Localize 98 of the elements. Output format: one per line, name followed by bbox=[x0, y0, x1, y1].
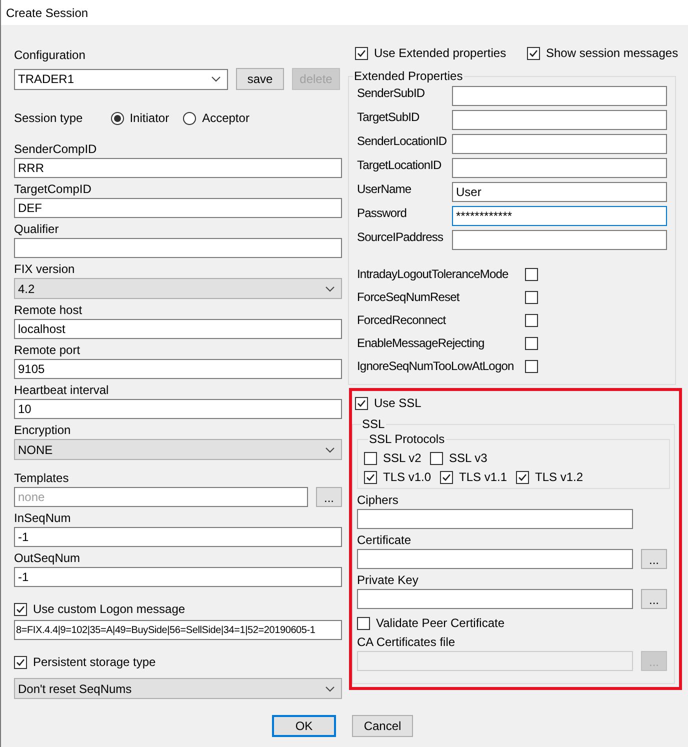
dropdown[interactable]: 4.2 bbox=[14, 278, 342, 299]
radio-button[interactable] bbox=[110, 112, 124, 124]
checkbox-label: Use SSL bbox=[374, 395, 422, 411]
field-label: FIX version bbox=[14, 261, 75, 278]
field-label: SenderCompID bbox=[14, 141, 97, 158]
text-field[interactable]: -1 bbox=[14, 567, 342, 587]
field-label: UserName bbox=[357, 182, 412, 198]
field-label: TargetSubID bbox=[357, 110, 420, 126]
group-title: Extended Properties bbox=[353, 69, 464, 84]
checkbox[interactable] bbox=[355, 396, 368, 410]
checkbox-label: Persistent storage type bbox=[33, 654, 156, 670]
checkbox[interactable] bbox=[430, 452, 443, 464]
field-label: Templates bbox=[14, 470, 69, 487]
radio-button[interactable] bbox=[183, 112, 196, 124]
field-label: Session type bbox=[14, 110, 83, 126]
chevron-down-icon bbox=[325, 286, 335, 292]
text-field[interactable]: 10 bbox=[14, 399, 342, 419]
field-label: Encryption bbox=[14, 422, 71, 439]
field-label: Remote port bbox=[14, 342, 80, 359]
text-field[interactable]: localhost bbox=[14, 319, 342, 339]
field-label: InSeqNum bbox=[14, 510, 71, 527]
field-label: CA Certificates file bbox=[357, 634, 456, 651]
save-button[interactable]: save bbox=[236, 68, 284, 90]
chevron-down-icon bbox=[325, 686, 335, 692]
field-label: TargetLocationID bbox=[357, 158, 442, 174]
checkbox-label: TLS v1.1 bbox=[459, 469, 508, 485]
checkbox[interactable] bbox=[357, 616, 370, 630]
dropdown[interactable]: Don't reset SeqNums bbox=[14, 678, 342, 699]
chevron-down-icon bbox=[325, 446, 335, 452]
text-field[interactable] bbox=[452, 134, 667, 154]
group-title: SSL Protocols bbox=[368, 432, 446, 447]
checkbox[interactable] bbox=[516, 470, 529, 484]
field-label: Configuration bbox=[14, 47, 86, 64]
checkbox[interactable] bbox=[14, 656, 27, 668]
checkbox-label: Use Extended properties bbox=[374, 45, 506, 61]
text-field[interactable] bbox=[452, 158, 667, 178]
field-label: Remote host bbox=[14, 302, 82, 319]
field-label: SenderLocationID bbox=[357, 134, 448, 150]
checkbox-label: TLS v1.0 bbox=[383, 469, 432, 485]
field-label: SourceIPaddress bbox=[357, 230, 444, 246]
checkbox[interactable] bbox=[355, 46, 368, 60]
field-label: Ciphers bbox=[357, 492, 398, 509]
checkbox-label: Use custom Logon message bbox=[33, 601, 186, 617]
checkbox-label: SSL v3 bbox=[449, 450, 488, 466]
checkbox[interactable] bbox=[525, 336, 538, 350]
flag-label: EnableMessageRejecting bbox=[357, 334, 486, 352]
text-field[interactable] bbox=[452, 86, 667, 106]
browse-button[interactable]: ... bbox=[316, 487, 342, 507]
text-field[interactable] bbox=[357, 549, 633, 569]
text-field[interactable] bbox=[452, 230, 667, 250]
flag-label: IgnoreSeqNumTooLowAtLogon bbox=[357, 358, 515, 374]
text-field[interactable]: ************ bbox=[452, 206, 667, 226]
radio-label: Initiator bbox=[130, 110, 170, 126]
field-label: OutSeqNum bbox=[14, 550, 80, 567]
field-label: Password bbox=[357, 206, 408, 222]
radio-label: Acceptor bbox=[202, 110, 250, 126]
checkbox[interactable] bbox=[525, 360, 538, 372]
field-label: Private Key bbox=[357, 572, 418, 589]
text-field[interactable]: none bbox=[14, 487, 308, 507]
text-field[interactable] bbox=[357, 509, 633, 529]
checkbox-label: TLS v1.2 bbox=[535, 469, 584, 485]
text-field[interactable]: User bbox=[452, 182, 667, 202]
checkbox[interactable] bbox=[440, 470, 453, 484]
checkbox-label: Show session messages bbox=[546, 45, 678, 61]
chevron-down-icon bbox=[211, 76, 221, 82]
ok-button[interactable]: OK bbox=[272, 715, 336, 737]
checkbox-label: SSL v2 bbox=[383, 450, 422, 466]
text-field[interactable]: RRR bbox=[14, 158, 342, 178]
dropdown[interactable]: NONE bbox=[14, 439, 342, 460]
field-label: TargetCompID bbox=[14, 181, 92, 198]
flag-label: IntradayLogoutToleranceMode bbox=[357, 266, 510, 282]
field-label: Qualifier bbox=[14, 221, 59, 238]
field-label: Certificate bbox=[357, 532, 412, 549]
group-title: SSL bbox=[361, 417, 386, 432]
flag-label: ForcedReconnect bbox=[357, 312, 447, 328]
checkbox[interactable] bbox=[525, 290, 538, 304]
checkbox[interactable] bbox=[364, 452, 377, 464]
field-label: SenderSubID bbox=[357, 86, 426, 102]
text-field[interactable]: 9105 bbox=[14, 359, 342, 379]
text-field[interactable]: DEF bbox=[14, 198, 342, 218]
browse-button[interactable]: ... bbox=[641, 589, 667, 609]
checkbox[interactable] bbox=[364, 470, 377, 484]
text-field[interactable] bbox=[452, 110, 667, 130]
browse-button[interactable]: ... bbox=[641, 549, 667, 569]
checkbox[interactable] bbox=[14, 602, 27, 616]
dropdown[interactable]: TRADER1 bbox=[14, 68, 228, 90]
flag-label: ForceSeqNumReset bbox=[357, 288, 461, 306]
text-field[interactable]: -1 bbox=[14, 527, 342, 547]
field-label: Heartbeat interval bbox=[14, 382, 109, 399]
text-field[interactable] bbox=[357, 589, 633, 609]
checkbox-label: Validate Peer Certificate bbox=[376, 615, 505, 631]
text-field[interactable] bbox=[14, 238, 342, 258]
checkbox[interactable] bbox=[525, 268, 538, 280]
checkbox[interactable] bbox=[525, 314, 538, 326]
window-title: Create Session bbox=[6, 4, 88, 20]
checkbox[interactable] bbox=[527, 46, 540, 60]
cancel-button[interactable]: Cancel bbox=[352, 715, 413, 737]
text-field[interactable]: 8=FIX.4.4|9=102|35=A|49=BuySide|56=SellSide|34=1|52=20190605-1 bbox=[14, 620, 342, 640]
